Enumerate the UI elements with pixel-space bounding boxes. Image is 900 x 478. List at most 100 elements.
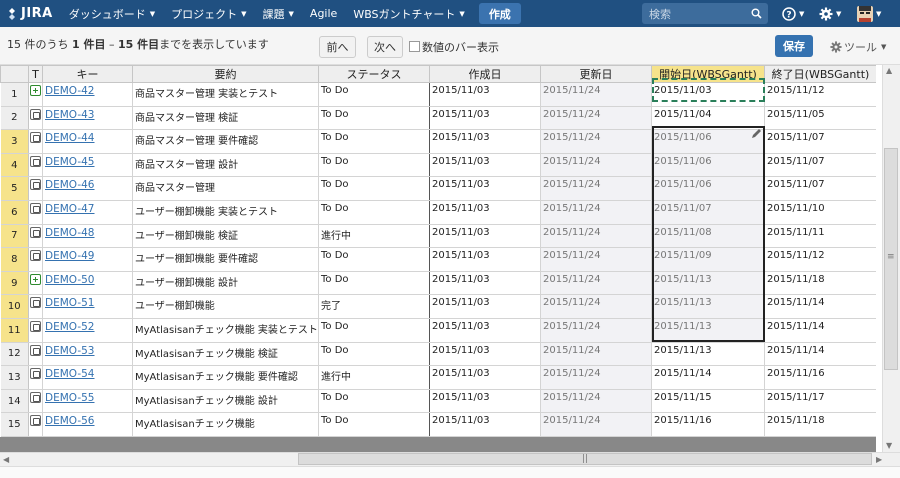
row-number[interactable]: 3 xyxy=(0,129,29,154)
scroll-down-icon[interactable]: ▼ xyxy=(886,441,892,450)
status-cell[interactable]: To Do xyxy=(318,247,430,272)
created-cell[interactable]: 2015/11/03 xyxy=(429,389,541,414)
start-date-cell[interactable]: 2015/11/13 xyxy=(651,294,765,319)
created-cell[interactable]: 2015/11/03 xyxy=(429,342,541,367)
row-number[interactable]: 4 xyxy=(0,153,29,178)
issue-key-link[interactable]: DEMO-46 xyxy=(45,179,95,191)
updated-cell[interactable]: 2015/11/24 xyxy=(540,365,652,390)
end-date-cell[interactable]: 2015/11/18 xyxy=(764,271,876,296)
updated-cell[interactable]: 2015/11/24 xyxy=(540,271,652,296)
start-date-cell[interactable]: 2015/11/04 xyxy=(651,106,765,131)
nav-item-1[interactable]: プロジェクト ▼ xyxy=(163,0,254,27)
status-cell[interactable]: To Do xyxy=(318,153,430,178)
updated-cell[interactable]: 2015/11/24 xyxy=(540,412,652,437)
end-date-cell[interactable]: 2015/11/12 xyxy=(764,247,876,272)
end-date-cell[interactable]: 2015/11/07 xyxy=(764,176,876,201)
status-cell[interactable]: To Do xyxy=(318,271,430,296)
updated-cell[interactable]: 2015/11/24 xyxy=(540,153,652,178)
created-cell[interactable]: 2015/11/03 xyxy=(429,247,541,272)
table-row[interactable]: 13 DEMO-54 MyAtlasisanチェック機能 要件確認 進行中 2015/1… xyxy=(0,365,876,390)
end-date-cell[interactable]: 2015/11/14 xyxy=(764,318,876,343)
row-number[interactable]: 2 xyxy=(0,106,29,131)
status-cell[interactable]: 進行中 xyxy=(318,224,430,249)
search-input[interactable]: 検索 xyxy=(642,3,768,24)
issue-key-link[interactable]: DEMO-47 xyxy=(45,203,95,215)
created-cell[interactable]: 2015/11/03 xyxy=(429,200,541,225)
issue-key-link[interactable]: DEMO-44 xyxy=(45,132,95,144)
column-header-updated[interactable]: 更新日 xyxy=(540,65,652,83)
column-header-key[interactable]: キー xyxy=(42,65,133,83)
summary-cell[interactable]: 商品マスター管理 要件確認 xyxy=(132,129,319,154)
table-row[interactable]: 12 DEMO-53 MyAtlasisanチェック機能 検証 To Do 2015/1… xyxy=(0,342,876,367)
row-number[interactable]: 6 xyxy=(0,200,29,225)
status-cell[interactable]: 完了 xyxy=(318,294,430,319)
created-cell[interactable]: 2015/11/03 xyxy=(429,129,541,154)
next-page-button[interactable]: 次へ xyxy=(367,36,403,58)
start-date-cell[interactable]: 2015/11/13 xyxy=(651,342,765,367)
status-cell[interactable]: To Do xyxy=(318,106,430,131)
updated-cell[interactable]: 2015/11/24 xyxy=(540,82,652,107)
end-date-cell[interactable]: 2015/11/12 xyxy=(764,82,876,107)
row-number[interactable]: 11 xyxy=(0,318,29,343)
start-date-cell[interactable]: 2015/11/06 xyxy=(651,129,765,154)
created-cell[interactable]: 2015/11/03 xyxy=(429,176,541,201)
column-header-type[interactable]: T xyxy=(28,65,43,83)
end-date-cell[interactable]: 2015/11/17 xyxy=(764,389,876,414)
status-cell[interactable]: To Do xyxy=(318,318,430,343)
row-number[interactable]: 15 xyxy=(0,412,29,437)
start-date-cell[interactable]: 2015/11/13 xyxy=(651,318,765,343)
status-cell[interactable]: To Do xyxy=(318,342,430,367)
row-number-header[interactable] xyxy=(0,65,29,83)
column-header-created[interactable]: 作成日 xyxy=(429,65,541,83)
updated-cell[interactable]: 2015/11/24 xyxy=(540,389,652,414)
table-row[interactable]: 15 DEMO-56 MyAtlasisanチェック機能 To Do 2015/11/0… xyxy=(0,412,876,437)
scroll-left-icon[interactable]: ◀ xyxy=(3,455,9,464)
status-cell[interactable]: To Do xyxy=(318,129,430,154)
table-row[interactable]: 8 DEMO-49 ユーザー棚卸機能 要件確認 To Do 2015/11/03 2015… xyxy=(0,247,876,272)
summary-cell[interactable]: ユーザー棚卸機能 実装とテスト xyxy=(132,200,319,225)
column-header-end-date[interactable]: 終了日(WBSGantt) xyxy=(764,65,876,83)
created-cell[interactable]: 2015/11/03 xyxy=(429,271,541,296)
nav-item-4[interactable]: WBSガントチャート ▼ xyxy=(345,0,473,27)
table-row[interactable]: 11 DEMO-52 MyAtlasisanチェック機能 実装とテスト To Do 20… xyxy=(0,318,876,343)
summary-cell[interactable]: ユーザー棚卸機能 xyxy=(132,294,319,319)
status-cell[interactable]: To Do xyxy=(318,412,430,437)
updated-cell[interactable]: 2015/11/24 xyxy=(540,106,652,131)
issue-key-link[interactable]: DEMO-45 xyxy=(45,156,95,168)
end-date-cell[interactable]: 2015/11/14 xyxy=(764,342,876,367)
user-menu[interactable]: ▼ xyxy=(857,0,881,27)
column-header-start-date[interactable]: 開始日(WBSGantt) xyxy=(651,65,765,83)
issue-key-link[interactable]: DEMO-42 xyxy=(45,85,95,97)
status-cell[interactable]: To Do xyxy=(318,200,430,225)
summary-cell[interactable]: ユーザー棚卸機能 検証 xyxy=(132,224,319,249)
end-date-cell[interactable]: 2015/11/10 xyxy=(764,200,876,225)
table-row[interactable]: 6 DEMO-47 ユーザー棚卸機能 実装とテスト To Do 2015/11/03 20… xyxy=(0,200,876,225)
end-date-cell[interactable]: 2015/11/05 xyxy=(764,106,876,131)
scroll-right-icon[interactable]: ▶ xyxy=(876,455,882,464)
issue-key-link[interactable]: DEMO-54 xyxy=(45,368,95,380)
table-row[interactable]: 4 DEMO-45 商品マスター管理 設計 To Do 2015/11/03 2015/1… xyxy=(0,153,876,178)
table-row[interactable]: 10 DEMO-51 ユーザー棚卸機能 完了 2015/11/03 2015/11/24 2… xyxy=(0,294,876,319)
admin-menu[interactable]: ▼ xyxy=(819,0,841,27)
scroll-up-icon[interactable]: ▲ xyxy=(886,66,892,75)
created-cell[interactable]: 2015/11/03 xyxy=(429,224,541,249)
issue-key-link[interactable]: DEMO-43 xyxy=(45,109,95,121)
status-cell[interactable]: To Do xyxy=(318,389,430,414)
created-cell[interactable]: 2015/11/03 xyxy=(429,82,541,107)
created-cell[interactable]: 2015/11/03 xyxy=(429,412,541,437)
issue-key-link[interactable]: DEMO-51 xyxy=(45,297,95,309)
table-row[interactable]: 1 DEMO-42 商品マスター管理 実装とテスト To Do 2015/11/03 20… xyxy=(0,82,876,107)
start-date-cell[interactable]: 2015/11/06 xyxy=(651,176,765,201)
help-menu[interactable]: ? ▼ xyxy=(782,0,804,27)
issue-key-link[interactable]: DEMO-53 xyxy=(45,345,95,357)
status-cell[interactable]: To Do xyxy=(318,176,430,201)
end-date-cell[interactable]: 2015/11/07 xyxy=(764,129,876,154)
prev-page-button[interactable]: 前へ xyxy=(319,36,356,58)
status-cell[interactable]: 進行中 xyxy=(318,365,430,390)
nav-item-3[interactable]: Agile xyxy=(302,0,345,27)
row-number[interactable]: 14 xyxy=(0,389,29,414)
created-cell[interactable]: 2015/11/03 xyxy=(429,106,541,131)
start-date-cell[interactable]: 2015/11/06 xyxy=(651,153,765,178)
summary-cell[interactable]: MyAtlasisanチェック機能 要件確認 xyxy=(132,365,319,390)
end-date-cell[interactable]: 2015/11/14 xyxy=(764,294,876,319)
